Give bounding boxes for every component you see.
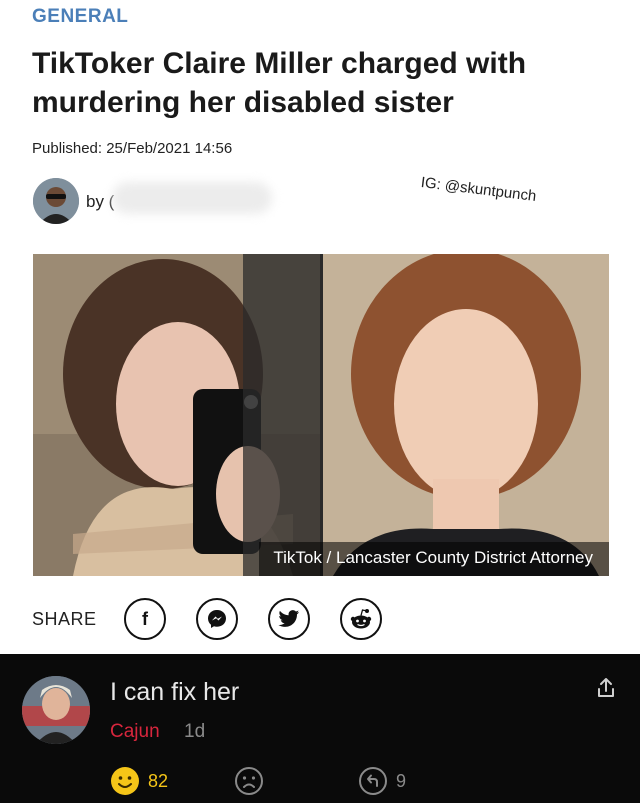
comment-text: I can fix her <box>110 678 240 706</box>
author-byline[interactable]: by ( <box>86 192 114 212</box>
frown-icon <box>235 767 263 795</box>
share-icon <box>598 678 614 697</box>
article-headline[interactable]: TikToker Claire Miller charged with murd… <box>32 44 612 122</box>
comment-section: I can fix her Cajun 1d 82 9 <box>0 654 640 803</box>
category-label[interactable]: GENERAL <box>32 6 128 28</box>
share-label: SHARE <box>32 609 97 629</box>
downvote-button[interactable] <box>234 766 264 796</box>
commenter-avatar[interactable] <box>22 676 90 744</box>
mugshot-photo <box>323 254 609 576</box>
reply-count: 9 <box>396 770 407 791</box>
author-avatar[interactable] <box>33 178 79 224</box>
published-date: Published: 25/Feb/2021 14:56 <box>32 140 233 157</box>
messenger-share-button[interactable] <box>196 598 238 640</box>
upvote-button[interactable]: 82 <box>110 766 168 796</box>
reddit-icon <box>350 609 372 629</box>
article-card: GENERAL TikToker Claire Miller charged w… <box>0 0 640 654</box>
comment-timestamp: 1d <box>184 721 206 742</box>
twitter-icon <box>278 610 300 627</box>
reply-button[interactable]: 9 <box>358 766 406 796</box>
watermark: IG: @skuntpunch <box>419 174 538 206</box>
comment-username[interactable]: Cajun <box>110 721 160 743</box>
selfie-photo <box>33 254 320 576</box>
messenger-icon <box>208 610 226 628</box>
reply-icon <box>359 767 387 795</box>
smiley-icon <box>111 767 139 795</box>
comment-share-button[interactable] <box>594 676 618 700</box>
photo-caption: TikTok / Lancaster County District Attor… <box>259 542 609 576</box>
reddit-share-button[interactable] <box>340 598 382 640</box>
twitter-share-button[interactable] <box>268 598 310 640</box>
facebook-share-button[interactable]: f <box>124 598 166 640</box>
redacted-author-name <box>112 182 272 214</box>
upvote-count: 82 <box>148 770 169 791</box>
facebook-icon: f <box>142 608 148 629</box>
article-photo: TikTok / Lancaster County District Attor… <box>33 254 609 576</box>
